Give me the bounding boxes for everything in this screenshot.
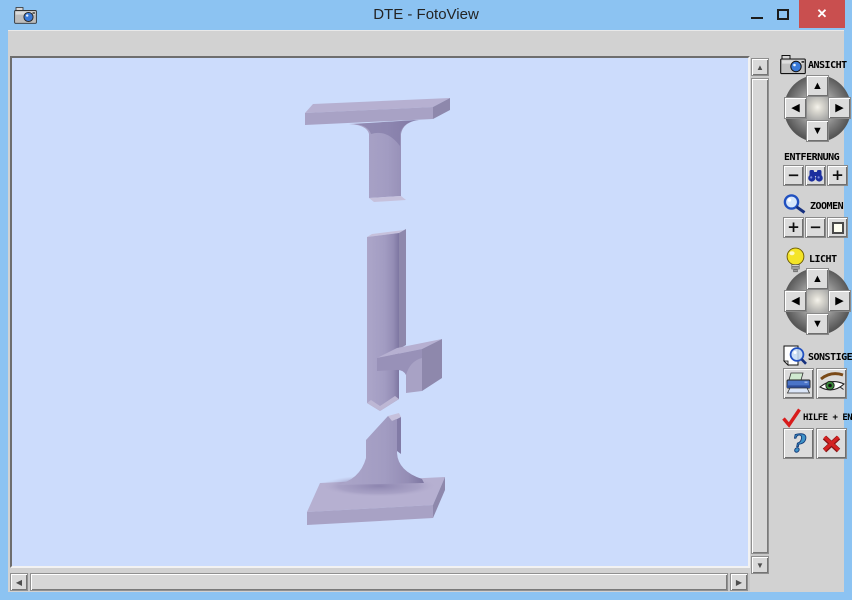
ansicht-label: ANSICHT [808,60,847,71]
light-left-button[interactable]: ◀ [784,290,807,312]
fit-rectangle-icon [832,222,844,234]
scroll-down-icon: ▼ [756,561,764,570]
view-left-button[interactable]: ◀ [784,97,807,119]
arrow-right-icon: ▶ [835,296,843,307]
render-viewport[interactable] [10,56,750,568]
client-area: ▲ ▼ ◀ ▶ ANSICHT ▲ ◀ [8,30,844,592]
control-sidebar: ANSICHT ▲ ◀ ▶ ▼ ENTFERNUNG − [770,31,844,593]
window-title: DTE - FotoView [0,0,852,30]
light-right-button[interactable]: ▶ [828,290,851,312]
arrow-right-icon: ▶ [835,103,843,114]
plus-icon: + [787,220,800,235]
licht-label: LICHT [809,254,837,265]
arrow-left-icon: ◀ [791,296,799,307]
titlebar[interactable]: DTE - FotoView ✕ [0,0,852,30]
scroll-right-button[interactable]: ▶ [730,573,748,591]
horizontal-scroll-thumb[interactable] [30,573,728,591]
distance-decrease-button[interactable]: − [783,165,804,186]
camera-icon [780,54,806,75]
exit-x-icon [821,433,842,454]
scroll-up-button[interactable]: ▲ [751,58,769,76]
checkmark-icon [781,407,802,428]
help-button[interactable]: ? [783,428,814,459]
minus-icon: − [787,168,800,183]
view-direction-pad: ▲ ◀ ▶ ▼ [784,75,851,142]
print-button[interactable] [783,368,814,399]
beam-bottom-tee-segment [307,413,445,525]
scroll-left-icon: ◀ [16,578,22,587]
light-down-button[interactable]: ▼ [806,313,829,335]
close-button[interactable]: ✕ [799,0,845,28]
zoomen-label: ZOOMEN [810,201,843,212]
printer-icon [786,372,811,395]
app-window: DTE - FotoView ✕ [0,0,852,600]
light-direction-pad: ▲ ◀ ▶ ▼ [784,268,851,335]
maximize-button[interactable] [770,0,796,28]
eye-icon [818,371,845,396]
arrow-left-icon: ◀ [791,103,799,114]
close-icon: ✕ [817,6,828,22]
vertical-scrollbar[interactable]: ▲ ▼ [751,58,769,574]
distance-increase-button[interactable]: + [827,165,848,186]
entfernung-label: ENTFERNUNG [784,152,839,163]
minus-icon: − [809,220,822,235]
arrow-down-icon: ▼ [812,319,823,330]
zoom-in-button[interactable]: + [783,217,804,238]
document-magnifier-icon [780,344,808,369]
maximize-icon [777,9,789,20]
view-right-button[interactable]: ▶ [828,97,851,119]
scroll-left-button[interactable]: ◀ [10,573,28,591]
view-photo-button[interactable] [816,368,847,399]
hilfe-ende-label: HILFE + ENDE [803,413,852,423]
beam-middle-web-segment [367,229,442,411]
binoculars-icon [807,168,824,183]
svg-text:?: ? [792,431,807,457]
minimize-button[interactable] [744,0,770,28]
magnifier-icon [782,193,809,218]
zoom-fit-button[interactable] [827,217,848,238]
plus-icon: + [831,168,844,183]
arrow-up-icon: ▲ [812,81,823,92]
scroll-up-icon: ▲ [756,63,764,72]
minimize-icon [751,17,763,19]
scroll-down-button[interactable]: ▼ [751,556,769,574]
distance-reset-button[interactable] [805,165,826,186]
scroll-right-icon: ▶ [736,578,742,587]
view-up-button[interactable]: ▲ [806,75,829,97]
exit-button[interactable] [816,428,847,459]
beam-top-tee-segment [305,98,450,202]
view-down-button[interactable]: ▼ [806,120,829,142]
horizontal-scrollbar[interactable]: ◀ ▶ [10,573,750,591]
question-mark-icon: ? [788,431,810,457]
arrow-up-icon: ▲ [812,274,823,285]
vertical-scroll-thumb[interactable] [751,78,769,554]
beam-render [12,58,748,566]
sonstiges-label: SONSTIGES [808,352,852,363]
arrow-down-icon: ▼ [812,126,823,137]
zoom-out-button[interactable]: − [805,217,826,238]
light-up-button[interactable]: ▲ [806,268,829,290]
